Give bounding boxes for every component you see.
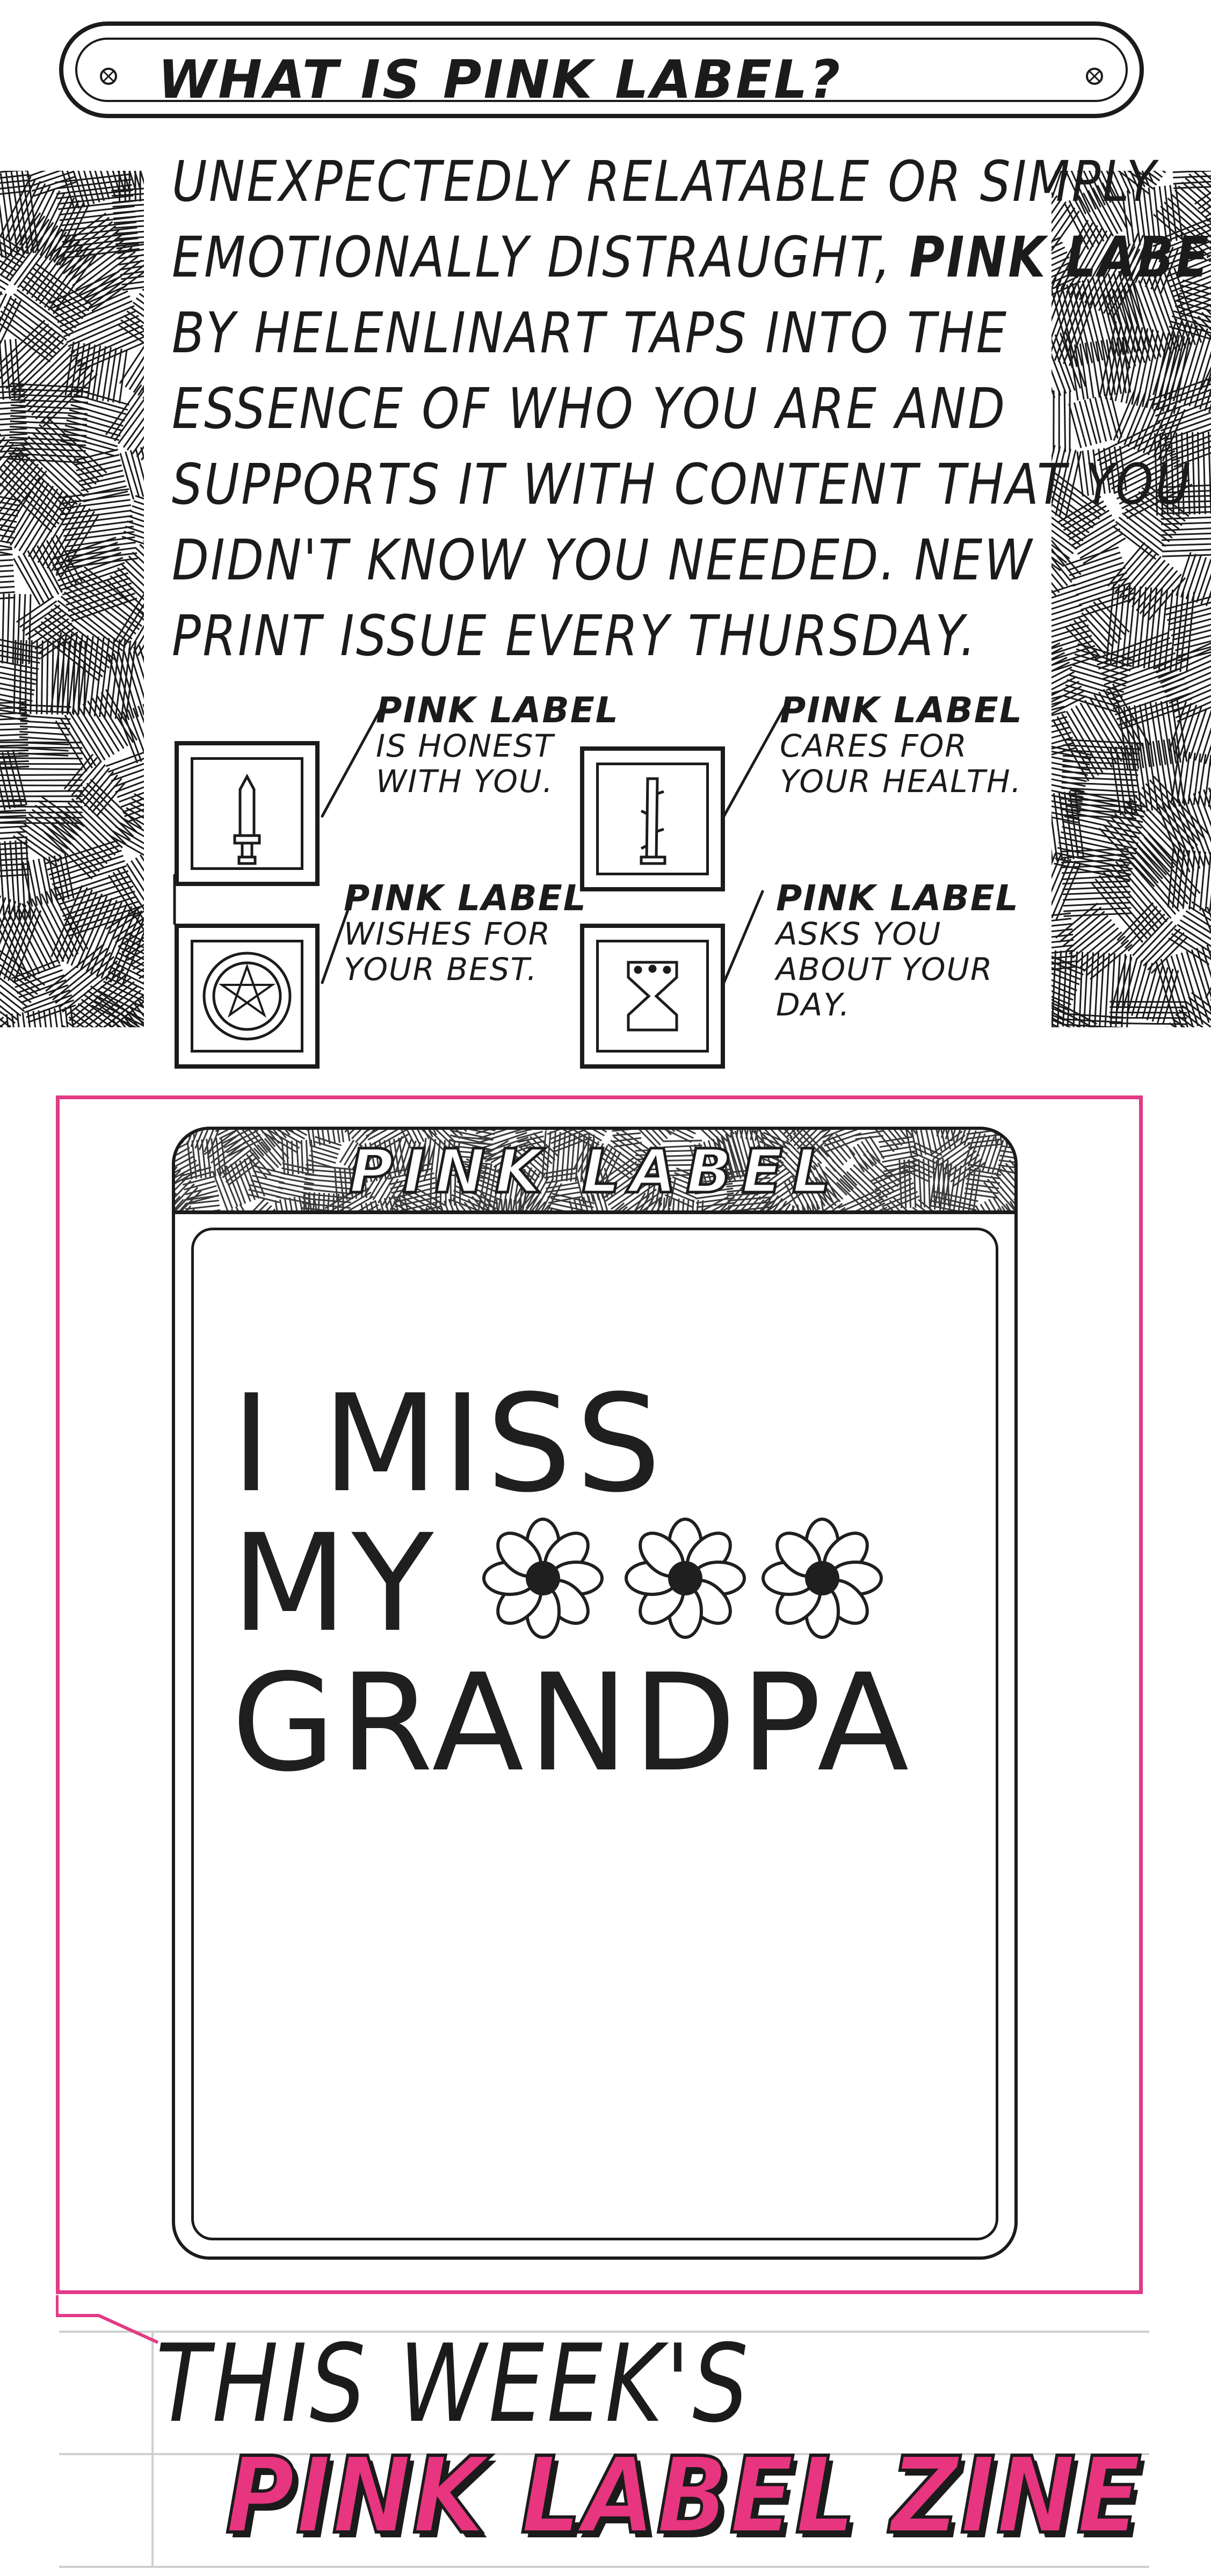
cover-line-1: I MISS <box>231 1366 666 1522</box>
flower-icon <box>762 1518 883 1639</box>
banner-guide-line <box>59 2566 1149 2568</box>
header-pill-inner-border: WHAT IS PINK LABEL? <box>75 38 1128 106</box>
header-pill: WHAT IS PINK LABEL? <box>59 21 1144 118</box>
trait-brand: PINK LABEL <box>776 877 1019 919</box>
intro-line: PRINT ISSUE EVERY THURSDAY. <box>172 603 977 669</box>
intro-line: BY HELENLINART TAPS INTO THE <box>172 300 1009 366</box>
sword-icon <box>233 773 261 865</box>
trait-frame-wand <box>580 746 725 891</box>
trait-line: ASKS YOU <box>776 916 942 952</box>
trait-text: PINK LABEL WISHES FOR YOUR BEST. <box>344 877 587 988</box>
cup-icon <box>627 961 678 1032</box>
header-title: WHAT IS PINK LABEL? <box>158 49 843 111</box>
trait-line: DAY. <box>776 986 851 1023</box>
intro-line-text: EMOTIONALLY DISTRAUGHT, <box>172 224 893 290</box>
banner-tab <box>56 2295 159 2344</box>
rivet-icon <box>1086 68 1103 85</box>
zine-cover-card: PINK LABEL I MISS MY GRANDPA <box>172 1127 1018 2260</box>
trait-brand: PINK LABEL <box>344 877 587 919</box>
trait-frame-pentacle <box>175 924 320 1069</box>
trait-line: ABOUT YOUR <box>776 951 994 988</box>
intro-brand: PINK LABEL <box>909 224 1211 290</box>
trait-text: PINK LABEL ASKS YOU ABOUT YOUR DAY. <box>776 877 1019 1023</box>
intro-line: DIDN'T KNOW YOU NEEDED. NEW <box>172 527 1034 593</box>
trait-frame-cup <box>580 924 725 1069</box>
intro-line: ESSENCE OF WHO YOU ARE AND <box>172 376 1007 441</box>
card-header: PINK LABEL <box>175 1130 1014 1214</box>
trait-brand: PINK LABEL <box>376 690 619 731</box>
pentacle-icon <box>202 952 292 1041</box>
rivet-icon <box>100 68 117 85</box>
trait-frame-sword <box>175 741 320 886</box>
intro-line: SUPPORTS IT WITH CONTENT THAT YOU <box>172 452 1193 517</box>
trait-line: CARES FOR <box>780 728 968 764</box>
wand-icon <box>640 777 666 865</box>
intro-paragraph: UNEXPECTEDLY RELATABLE OR SIMPLY EMOTION… <box>172 144 1211 674</box>
card-title: PINK LABEL <box>348 1137 840 1207</box>
flower-icon <box>625 1518 746 1639</box>
trait-line: YOUR BEST. <box>344 951 538 988</box>
trait-line: YOUR HEALTH. <box>780 763 1023 800</box>
trait-brand: PINK LABEL <box>780 690 1023 731</box>
trait-text: PINK LABEL CARES FOR YOUR HEALTH. <box>780 690 1023 800</box>
flower-icon <box>482 1518 604 1639</box>
banner-kicker: THIS WEEK'S <box>156 2321 751 2447</box>
banner-guide-line <box>151 2331 154 2567</box>
banner-title: PINK LABEL ZINE <box>224 2435 1143 2557</box>
cover-line-2: MY <box>231 1505 438 1661</box>
intro-line: EMOTIONALLY DISTRAUGHT, PINK LABEL <box>172 220 1211 295</box>
trait-line: WISHES FOR <box>344 916 552 952</box>
intro-line: UNEXPECTEDLY RELATABLE OR SIMPLY <box>172 149 1158 214</box>
cover-line-3: GRANDPA <box>231 1645 913 1801</box>
